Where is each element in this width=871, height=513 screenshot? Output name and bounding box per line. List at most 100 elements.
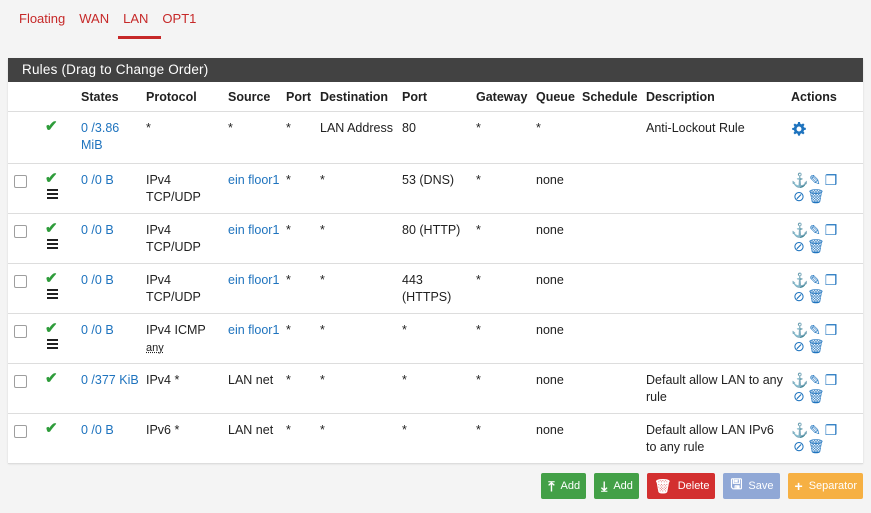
- pencil-icon[interactable]: ✎: [807, 322, 823, 338]
- gateway: *: [476, 423, 481, 437]
- anchor-icon[interactable]: ⚓: [791, 172, 808, 188]
- protocol: IPv6 *: [146, 423, 180, 437]
- col-status: [42, 82, 78, 112]
- trash-icon[interactable]: 🗑: [807, 388, 825, 404]
- states-link[interactable]: 0 /0 B: [81, 173, 114, 187]
- gateway: *: [476, 373, 481, 387]
- description: Anti-Lockout Rule: [646, 121, 745, 135]
- source-link[interactable]: ein floor1: [228, 173, 279, 187]
- anchor-icon[interactable]: ⚓: [791, 322, 808, 338]
- row-actions: ⚓ ✎ ❐ ⊘ 🗑: [791, 222, 849, 254]
- table-row[interactable]: ✔ 0 /0 B IPv4 TCP/UDP ein floor1 * * 443 (HTTP…: [8, 263, 863, 314]
- queue: none: [536, 173, 564, 187]
- anchor-icon[interactable]: ⚓: [791, 422, 808, 438]
- dst-port: 53 (DNS): [402, 173, 455, 187]
- source-link[interactable]: ein floor1: [228, 273, 279, 287]
- pencil-icon[interactable]: ✎: [807, 222, 823, 238]
- anchor-icon[interactable]: ⚓: [791, 372, 808, 388]
- row-checkbox[interactable]: [14, 175, 27, 188]
- row-actions: ⚓ ✎ ❐ ⊘ 🗑: [791, 422, 849, 454]
- tab-floating[interactable]: Floating: [12, 8, 72, 40]
- row-checkbox[interactable]: [14, 375, 27, 388]
- copy-icon[interactable]: ❐: [823, 372, 839, 388]
- queue: *: [536, 121, 541, 135]
- disable-icon[interactable]: ⊘: [791, 438, 807, 454]
- col-actions: Actions: [788, 82, 863, 112]
- anchor-icon[interactable]: ⚓: [791, 272, 808, 288]
- row-checkbox[interactable]: [14, 275, 27, 288]
- separator-button[interactable]: + Separator: [787, 473, 863, 499]
- row-actions: ⚓ ✎ ❐ ⊘ 🗑: [791, 172, 849, 204]
- trash-icon[interactable]: 🗑: [807, 288, 825, 304]
- add-top-button[interactable]: ⤒ Add: [541, 473, 587, 499]
- protocol: IPv4 TCP/UDP: [146, 173, 201, 204]
- source: *: [228, 121, 233, 135]
- check-icon[interactable]: ✔: [45, 421, 75, 436]
- trash-icon[interactable]: 🗑: [807, 238, 825, 254]
- copy-icon[interactable]: ❐: [823, 272, 839, 288]
- states-link[interactable]: 0 /3.86 MiB: [81, 121, 119, 152]
- destination: *: [320, 323, 325, 337]
- trash-icon[interactable]: 🗑: [807, 438, 825, 454]
- table-row[interactable]: ✔ 0 /0 B IPv4 TCP/UDP ein floor1 * * 80 (HTTP)…: [8, 213, 863, 264]
- table-row[interactable]: ✔ 0 /0 B IPv4 TCP/UDP ein floor1 * * 53 (DNS) *…: [8, 163, 863, 214]
- description: Default allow LAN to any rule: [646, 373, 783, 404]
- add-bottom-button[interactable]: ⤓ Add: [594, 473, 639, 499]
- states-link[interactable]: 0 /377 KiB: [81, 373, 139, 387]
- tab-opt1[interactable]: OPT1: [155, 8, 203, 40]
- multiwan-icon: [47, 289, 58, 299]
- table-row[interactable]: ✔ 0 /0 B IPv4 ICMP any ein floor1 * * * * none ⚓ ✎ ❐…: [8, 313, 863, 364]
- tab-lan[interactable]: LAN: [116, 8, 162, 40]
- pencil-icon[interactable]: ✎: [807, 272, 823, 288]
- anchor-icon[interactable]: ⚓: [791, 222, 808, 238]
- row-checkbox[interactable]: [14, 425, 27, 438]
- check-icon[interactable]: ✔: [45, 221, 75, 236]
- delete-button[interactable]: 🗑 Delete: [646, 473, 716, 499]
- table-row[interactable]: ✔ 0 /0 B IPv6 * LAN net * * * * none Default allo…: [8, 413, 863, 464]
- gateway: *: [476, 173, 481, 187]
- disable-icon[interactable]: ⊘: [791, 338, 807, 354]
- protocol: IPv4 TCP/UDP: [146, 273, 201, 304]
- gateway: *: [476, 121, 481, 135]
- row-actions: ⚓ ✎ ❐ ⊘ 🗑: [791, 372, 849, 404]
- check-icon[interactable]: ✔: [45, 271, 75, 286]
- disable-icon[interactable]: ⊘: [791, 238, 807, 254]
- states-link[interactable]: 0 /0 B: [81, 223, 114, 237]
- copy-icon[interactable]: ❐: [823, 172, 839, 188]
- copy-icon[interactable]: ❐: [823, 422, 839, 438]
- states-link[interactable]: 0 /0 B: [81, 323, 114, 337]
- disable-icon[interactable]: ⊘: [791, 288, 807, 304]
- pencil-icon[interactable]: ✎: [807, 372, 823, 388]
- row-checkbox[interactable]: [14, 225, 27, 238]
- check-icon[interactable]: ✔: [45, 371, 75, 386]
- floppy-icon: 🖫: [730, 476, 743, 492]
- src-port: *: [286, 423, 291, 437]
- source-link[interactable]: ein floor1: [228, 223, 279, 237]
- check-icon[interactable]: ✔: [45, 171, 75, 186]
- pencil-icon[interactable]: ✎: [807, 422, 823, 438]
- disable-icon[interactable]: ⊘: [791, 388, 807, 404]
- gear-icon[interactable]: [791, 120, 807, 136]
- copy-icon[interactable]: ❐: [823, 322, 839, 338]
- table-row[interactable]: ✔ 0 /377 KiB IPv4 * LAN net * * * * none Default …: [8, 363, 863, 414]
- check-icon[interactable]: ✔: [45, 321, 75, 336]
- pencil-icon[interactable]: ✎: [807, 172, 823, 188]
- states-link[interactable]: 0 /0 B: [81, 273, 114, 287]
- multiwan-icon: [47, 189, 58, 199]
- table-row[interactable]: ✔ 0 /3.86 MiB * * * LAN Address 80 * * A…: [8, 111, 863, 164]
- copy-icon[interactable]: ❐: [823, 222, 839, 238]
- states-link[interactable]: 0 /0 B: [81, 423, 114, 437]
- disable-icon[interactable]: ⊘: [791, 188, 807, 204]
- row-actions: ⚓ ✎ ❐ ⊘ 🗑: [791, 322, 849, 354]
- trash-icon[interactable]: 🗑: [807, 338, 825, 354]
- tab-wan[interactable]: WAN: [72, 8, 116, 40]
- panel-title: Rules (Drag to Change Order): [8, 58, 863, 82]
- dst-port: *: [402, 423, 407, 437]
- row-checkbox[interactable]: [14, 325, 27, 338]
- rules-panel: Rules (Drag to Change Order) States Prot…: [8, 58, 863, 464]
- queue: none: [536, 323, 564, 337]
- dst-port: 80: [402, 121, 416, 135]
- trash-icon[interactable]: 🗑: [807, 188, 825, 204]
- save-button[interactable]: 🖫 Save: [723, 473, 780, 499]
- source-link[interactable]: ein floor1: [228, 323, 279, 337]
